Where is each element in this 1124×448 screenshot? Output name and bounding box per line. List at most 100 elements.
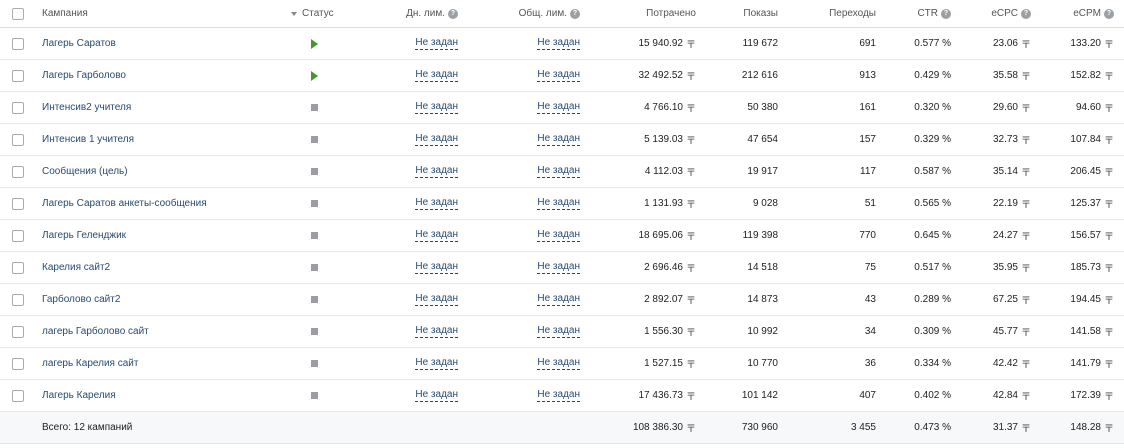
table-row[interactable]: Сообщения (цель) Не задан Не задан 4 112.03… [0,156,1124,188]
total-limit-link[interactable]: Не задан [537,389,580,402]
currency-symbol: 〒 [1021,424,1031,435]
row-checkbox[interactable] [12,325,24,338]
table-row[interactable]: Карелия сайт2 Не задан Не задан 2 696.46 〒 14… [0,252,1124,284]
row-checkbox[interactable] [12,357,24,370]
daily-limit-link[interactable]: Не задан [415,165,458,178]
daily-limit-link[interactable]: Не задан [415,293,458,306]
campaign-name-link[interactable]: Гарболово сайт2 [42,294,120,305]
table-row[interactable]: Лагерь Гарболово Не задан Не задан 32 492.5… [0,60,1124,92]
stop-icon[interactable] [310,360,318,367]
play-icon[interactable] [310,38,318,49]
total-limit-link[interactable]: Не задан [537,197,580,210]
row-checkbox[interactable] [12,69,24,82]
daily-limit-link[interactable]: Не задан [415,389,458,402]
help-icon[interactable]: ? [1104,8,1114,19]
total-limit-link[interactable]: Не задан [537,357,580,370]
stop-icon[interactable] [310,296,318,303]
total-limit-link[interactable]: Не задан [537,133,580,146]
stop-icon[interactable] [310,136,318,143]
help-icon[interactable]: ? [448,8,458,19]
daily-limit-link[interactable]: Не задан [415,133,458,146]
total-limit-link[interactable]: Не задан [537,325,580,338]
campaign-name-link[interactable]: Интенсив 1 учителя [42,134,134,145]
stop-icon[interactable] [310,232,318,239]
stop-icon[interactable] [310,264,318,271]
header-status[interactable]: Статус [291,0,347,27]
help-icon[interactable]: ? [1021,8,1031,19]
campaign-name-cell: лагерь Карелия сайт [42,348,282,379]
campaign-name-link[interactable]: Лагерь Карелия [42,390,116,401]
select-all-checkbox[interactable] [12,7,24,20]
header-daily-limit[interactable]: Дн. лим.? [390,0,458,27]
header-ctr[interactable]: CTR? [880,0,951,27]
campaign-name-cell: Интенсив 1 учителя [42,124,282,155]
table-row[interactable]: Лагерь Саратов Не задан Не задан 15 940.92 〒… [0,28,1124,60]
row-checkbox[interactable] [12,101,24,114]
daily-limit-link[interactable]: Не задан [415,229,458,242]
campaign-name-link[interactable]: Лагерь Геленджик [42,230,126,241]
row-checkbox[interactable] [12,293,24,306]
stop-icon[interactable] [310,328,318,335]
daily-limit-link[interactable]: Не задан [415,69,458,82]
daily-limit-link[interactable]: Не задан [415,197,458,210]
daily-limit-link[interactable]: Не задан [415,357,458,370]
impressions-cell: 212 616 [700,60,778,91]
spent-cell: 5 139.03 〒 [600,124,696,155]
daily-limit-link[interactable]: Не задан [415,37,458,50]
table-row[interactable]: Интенсив 1 учителя Не задан Не задан 5 139.… [0,124,1124,156]
campaign-name-link[interactable]: Лагерь Гарболово [42,70,126,81]
header-total-limit[interactable]: Общ. лим.? [500,0,580,27]
header-impressions[interactable]: Показы [700,0,778,27]
help-icon[interactable]: ? [941,8,951,19]
total-limit-cell: Не задан [500,156,580,187]
row-checkbox[interactable] [12,197,24,210]
spent-value: 4 766.10 [644,102,683,113]
stop-icon[interactable] [310,104,318,111]
row-checkbox[interactable] [12,165,24,178]
header-clicks[interactable]: Переходы [790,0,876,27]
total-limit-link[interactable]: Не задан [537,293,580,306]
ecpc-value: 35.58 [992,70,1018,81]
play-icon[interactable] [310,70,318,81]
campaign-name-link[interactable]: Лагерь Саратов анкеты-сообщения [42,198,207,209]
currency-symbol: 〒 [686,136,696,147]
daily-limit-link[interactable]: Не задан [415,325,458,338]
campaign-name-link[interactable]: лагерь Карелия сайт [42,358,138,369]
table-row[interactable]: Лагерь Саратов анкеты-сообщения Не задан Н… [0,188,1124,220]
total-limit-link[interactable]: Не задан [537,261,580,274]
campaign-name-link[interactable]: лагерь Гарболово сайт [42,326,149,337]
table-row[interactable]: Лагерь Карелия Не задан Не задан 17 436.73 〒… [0,380,1124,412]
total-limit-link[interactable]: Не задан [537,37,580,50]
campaign-name-link[interactable]: Сообщения (цель) [42,166,128,177]
total-limit-link[interactable]: Не задан [537,229,580,242]
campaign-name-link[interactable]: Интенсив2 учителя [42,102,131,113]
campaign-name-link[interactable]: Лагерь Саратов [42,38,116,49]
header-ecpc[interactable]: eCPC? [960,0,1031,27]
table-row[interactable]: лагерь Карелия сайт Не задан Не задан 1 527… [0,348,1124,380]
campaign-name-link[interactable]: Карелия сайт2 [42,262,110,273]
header-campaign[interactable]: Кампания [42,0,282,27]
table-row[interactable]: Лагерь Геленджик Не задан Не задан 18 695.0… [0,220,1124,252]
table-row[interactable]: лагерь Гарболово сайт Не задан Не задан 1 5… [0,316,1124,348]
header-spent[interactable]: Потрачено [600,0,696,27]
total-limit-link[interactable]: Не задан [537,69,580,82]
stop-icon[interactable] [310,200,318,207]
impressions-cell: 101 142 [700,380,778,411]
row-checkbox[interactable] [12,37,24,50]
row-checkbox[interactable] [12,261,24,274]
ctr-cell: 0.517 % [880,252,951,283]
row-checkbox[interactable] [12,229,24,242]
row-checkbox[interactable] [12,133,24,146]
stop-icon[interactable] [310,168,318,175]
daily-limit-link[interactable]: Не задан [415,261,458,274]
daily-limit-link[interactable]: Не задан [415,101,458,114]
table-row[interactable]: Гарболово сайт2 Не задан Не задан 2 892.07 〒… [0,284,1124,316]
stop-icon[interactable] [310,392,318,399]
row-checkbox[interactable] [12,389,24,402]
help-icon[interactable]: ? [570,8,580,19]
table-row[interactable]: Интенсив2 учителя Не задан Не задан 4 766.1… [0,92,1124,124]
ecpm-value: 141.79 [1070,358,1101,369]
total-limit-link[interactable]: Не задан [537,165,580,178]
total-limit-link[interactable]: Не задан [537,101,580,114]
header-ecpm[interactable]: eCPM? [1040,0,1114,27]
